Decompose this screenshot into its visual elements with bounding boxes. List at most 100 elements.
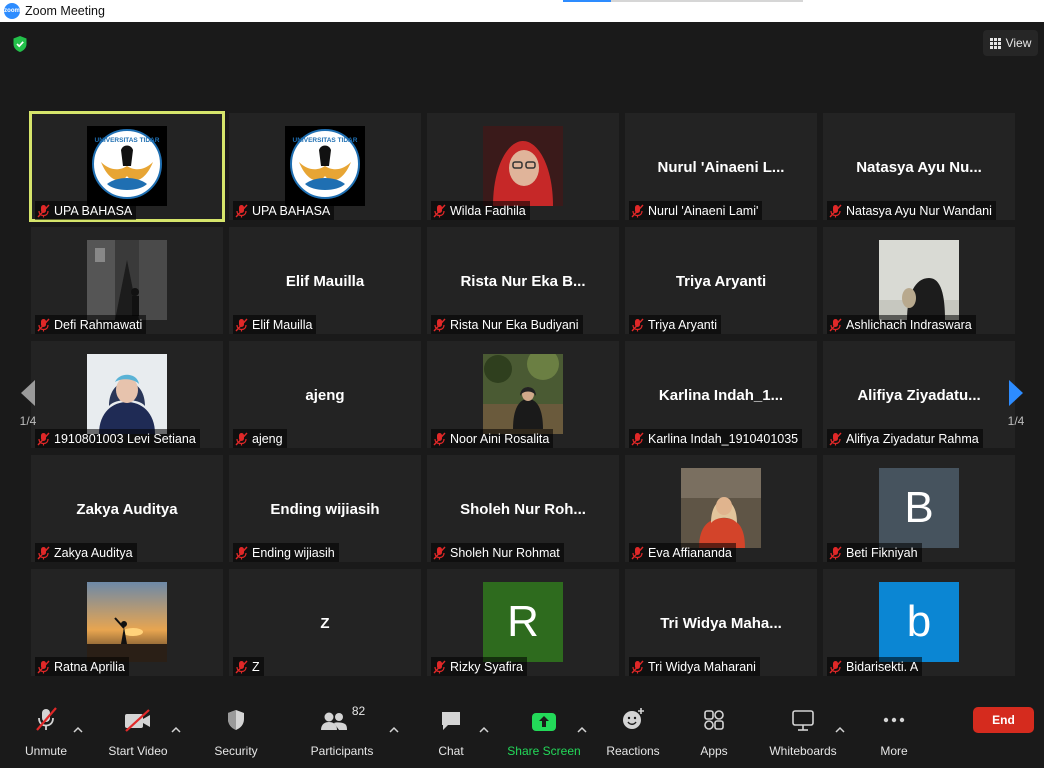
microphone-muted-icon <box>235 318 248 331</box>
chat-options-chevron-icon[interactable] <box>479 726 489 734</box>
window-title: Zoom Meeting <box>25 4 105 18</box>
more-label: More <box>880 744 908 758</box>
prev-page-button[interactable]: 1/4 <box>10 378 46 438</box>
participant-tile[interactable]: ZZ <box>229 569 421 676</box>
microphone-muted-icon <box>37 318 50 331</box>
participant-tile[interactable]: Rista Nur Eka B... Rista Nur Eka Budiyani <box>427 227 619 334</box>
participant-name: 1910801003 Levi Setiana <box>54 431 196 446</box>
svg-text:UNIVERSITAS TIDAR: UNIVERSITAS TIDAR <box>293 137 358 144</box>
chat-bubble-icon <box>442 712 460 730</box>
participant-name-label: Rizky Syafira <box>431 657 527 676</box>
more-button[interactable]: More <box>874 698 914 768</box>
participant-name: Rista Nur Eka Budiyani <box>450 317 579 332</box>
video-camera-off-icon <box>125 709 150 732</box>
participant-name: ajeng <box>252 431 283 446</box>
microphone-muted-icon <box>36 707 57 731</box>
participant-tile[interactable]: Zakya Auditya Zakya Auditya <box>31 455 223 562</box>
meeting-toolbar: Unmute Start Video Security 82 Participa… <box>0 698 1044 768</box>
participant-name: Elif Mauilla <box>252 317 313 332</box>
participant-tile[interactable]: UNIVERSITAS TIDAR UPA BAHASA <box>229 113 421 220</box>
view-button[interactable]: View <box>983 30 1038 56</box>
participant-display-name: Z <box>320 615 330 632</box>
participant-tile[interactable]: Karlina Indah_1... Karlina Indah_19104010… <box>625 341 817 448</box>
participants-icon <box>320 712 347 730</box>
participants-count: 82 <box>351 704 366 718</box>
participant-tile[interactable]: Ashlichach Indraswara <box>823 227 1015 334</box>
participant-photo <box>87 582 167 662</box>
participants-options-chevron-icon[interactable] <box>389 726 399 734</box>
security-button[interactable]: Security <box>208 698 264 768</box>
chat-button[interactable]: Chat <box>430 698 472 768</box>
unmute-options-chevron-icon[interactable] <box>73 726 83 734</box>
participant-name-label: UPA BAHASA <box>233 201 335 220</box>
participants-button[interactable]: 82 Participants <box>306 698 378 768</box>
participant-display-name: Ending wijiasih <box>270 501 380 518</box>
participant-name-label: Ending wijiasih <box>233 543 339 562</box>
participant-tile[interactable]: Nurul 'Ainaeni L... Nurul 'Ainaeni Lami' <box>625 113 817 220</box>
meeting-area: View UNIVERSITAS TIDAR UPA BAHASA UNIVERSI… <box>0 22 1044 768</box>
zoom-logo-icon: zoom <box>4 3 20 19</box>
participant-tile[interactable]: Noor Aini Rosalita <box>427 341 619 448</box>
microphone-muted-icon <box>631 546 644 559</box>
participant-tile[interactable]: B Beti Fikniyah <box>823 455 1015 562</box>
participant-name-label: Noor Aini Rosalita <box>431 429 554 448</box>
reactions-label: Reactions <box>606 744 660 758</box>
participant-photo <box>483 354 563 434</box>
participant-name: Alifiya Ziyadatur Rahma <box>846 431 979 446</box>
participant-tile[interactable]: Natasya Ayu Nu... Natasya Ayu Nur Wandani <box>823 113 1015 220</box>
participant-tile[interactable]: UNIVERSITAS TIDAR UPA BAHASA <box>29 111 225 222</box>
microphone-muted-icon <box>235 660 248 673</box>
participant-name-label: 1910801003 Levi Setiana <box>35 429 200 448</box>
reactions-button[interactable]: Reactions <box>604 698 662 768</box>
apps-icon <box>704 710 724 730</box>
unmute-label: Unmute <box>24 744 68 758</box>
participant-name-label: Z <box>233 657 264 676</box>
participant-tile[interactable]: Eva Affiananda <box>625 455 817 562</box>
participant-tile[interactable]: Ratna Aprilia <box>31 569 223 676</box>
whiteboards-button[interactable]: Whiteboards <box>766 698 840 768</box>
participant-tile[interactable]: ajeng ajeng <box>229 341 421 448</box>
participant-display-name: Tri Widya Maha... <box>660 615 782 632</box>
participant-tile[interactable]: Alifiya Ziyadatu... Alifiya Ziyadatur Rah… <box>823 341 1015 448</box>
whiteboards-options-chevron-icon[interactable] <box>835 726 845 734</box>
next-page-button[interactable]: 1/4 <box>998 378 1034 438</box>
universitas-tidar-logo: UNIVERSITAS TIDAR <box>87 126 167 206</box>
participant-tile[interactable]: Tri Widya Maha... Tri Widya Maharani <box>625 569 817 676</box>
participant-name-label: Triya Aryanti <box>629 315 722 334</box>
video-options-chevron-icon[interactable] <box>171 726 181 734</box>
participant-tile[interactable]: Sholeh Nur Roh... Sholeh Nur Rohmat <box>427 455 619 562</box>
participant-tile[interactable]: Elif Mauilla Elif Mauilla <box>229 227 421 334</box>
end-meeting-button[interactable]: End <box>973 707 1034 733</box>
participant-tile[interactable]: Defi Rahmawati <box>31 227 223 334</box>
shield-icon[interactable] <box>12 35 28 53</box>
participant-name-label: Ratna Aprilia <box>35 657 129 676</box>
unmute-button[interactable]: Unmute <box>22 698 70 768</box>
participant-tile[interactable]: Triya Aryanti Triya Aryanti <box>625 227 817 334</box>
participant-name-label: ajeng <box>233 429 287 448</box>
microphone-muted-icon <box>631 204 644 217</box>
participant-tile[interactable]: 1910801003 Levi Setiana <box>31 341 223 448</box>
microphone-muted-icon <box>631 318 644 331</box>
avatar-letter: R <box>483 582 563 662</box>
microphone-muted-icon <box>235 432 248 445</box>
start-video-button[interactable]: Start Video <box>104 698 172 768</box>
participant-name: Karlina Indah_1910401035 <box>648 431 799 446</box>
microphone-muted-icon <box>37 204 50 217</box>
participant-tile[interactable]: Wilda Fadhila <box>427 113 619 220</box>
microphone-muted-icon <box>235 546 248 559</box>
participant-name-label: UPA BAHASA <box>35 201 137 220</box>
microphone-muted-icon <box>829 660 842 673</box>
microphone-muted-icon <box>37 546 50 559</box>
participant-name-label: Rista Nur Eka Budiyani <box>431 315 583 334</box>
whiteboards-label: Whiteboards <box>769 744 837 758</box>
share-options-chevron-icon[interactable] <box>577 726 587 734</box>
participant-display-name: ajeng <box>305 387 345 404</box>
participant-name: Eva Affiananda <box>648 545 732 560</box>
participant-name: Ending wijiasih <box>252 545 335 560</box>
participant-tile[interactable]: b Bidarisekti. A <box>823 569 1015 676</box>
participant-tile[interactable]: R Rizky Syafira <box>427 569 619 676</box>
next-page-indicator: 1/4 <box>1007 414 1025 428</box>
apps-button[interactable]: Apps <box>694 698 734 768</box>
share-screen-button[interactable]: Share Screen <box>506 698 582 768</box>
participant-tile[interactable]: Ending wijiasih Ending wijiasih <box>229 455 421 562</box>
